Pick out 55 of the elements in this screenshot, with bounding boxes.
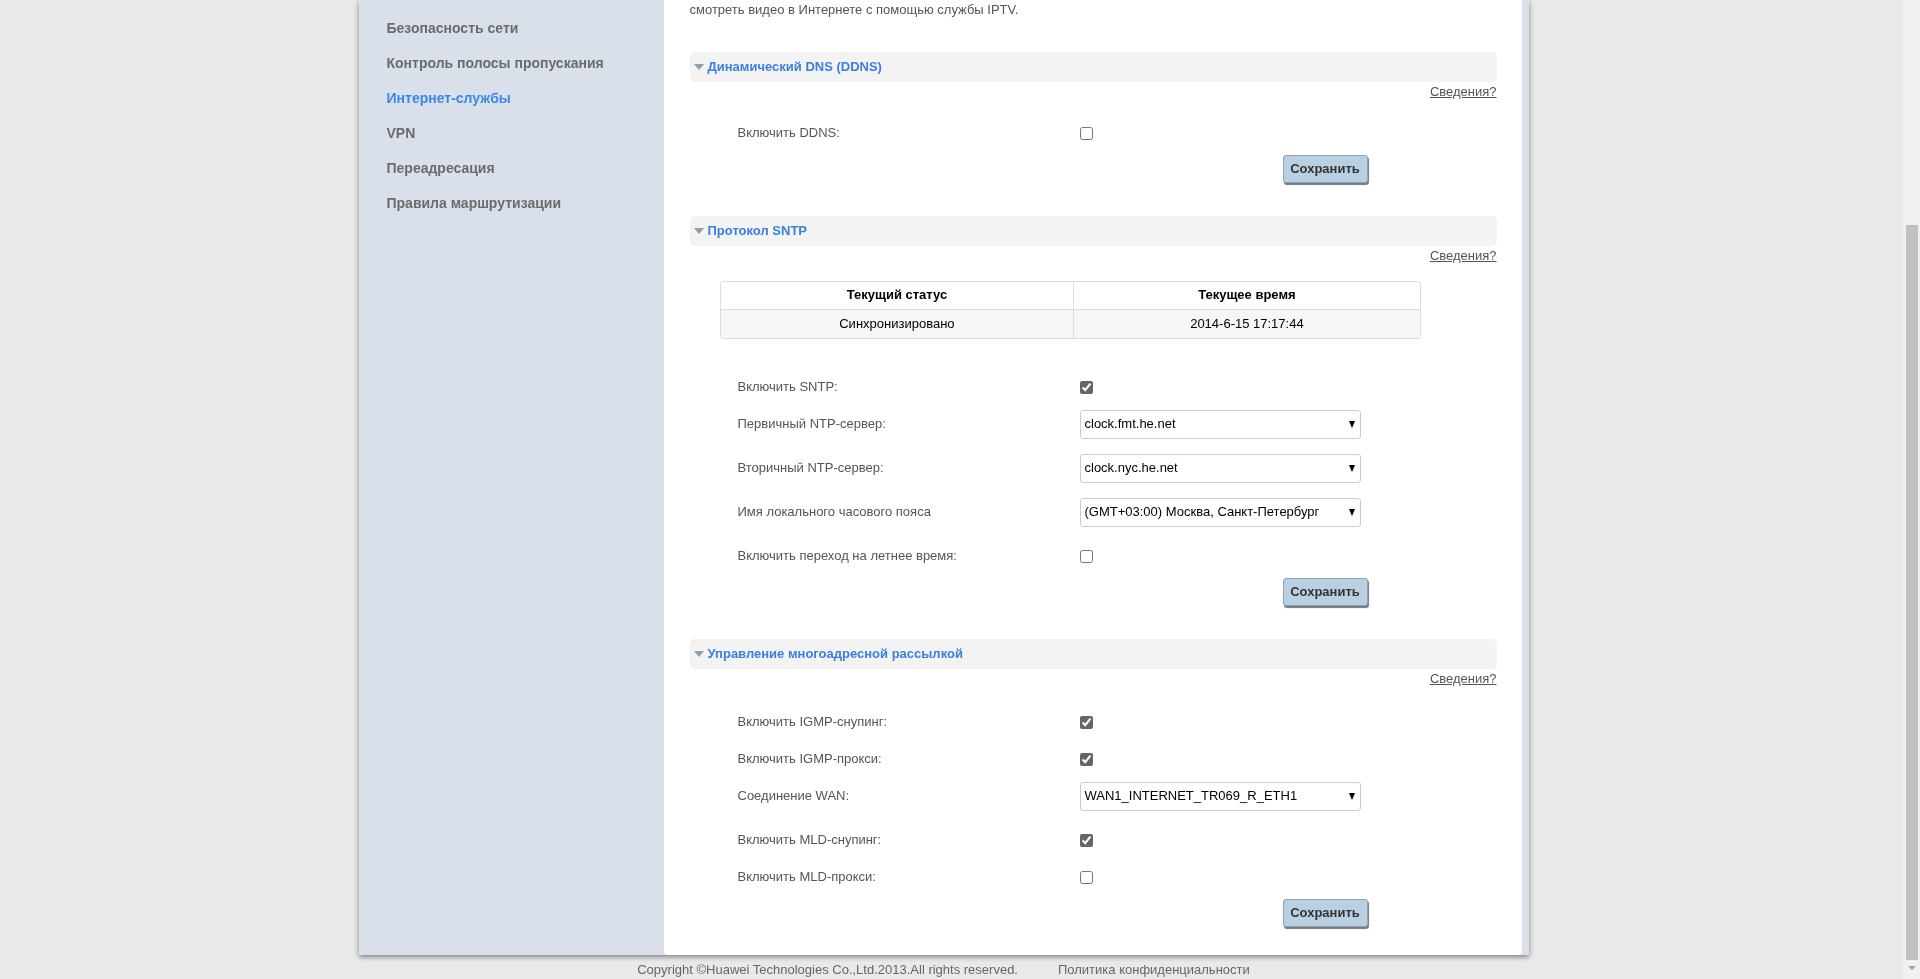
field-label: Включить DDNS:: [737, 124, 841, 143]
sidebar-item[interactable]: Контроль полосы пропускания: [358, 51, 604, 86]
save-button[interactable]: Сохранить: [1282, 154, 1368, 183]
field-label: Включить IGMP-прокси:: [737, 750, 883, 769]
sidebar-item[interactable]: Безопасность сети: [358, 16, 519, 51]
field-label: Включить MLD-прокси:: [737, 868, 877, 887]
checkbox[interactable]: [1079, 549, 1093, 563]
field-label: Вторичный NTP-сервер:: [737, 459, 885, 478]
checkbox[interactable]: [1079, 380, 1093, 394]
checkbox[interactable]: [1079, 870, 1093, 884]
checkbox[interactable]: [1079, 715, 1093, 729]
column-header: Текущее время: [1074, 281, 1420, 310]
copyright-text: Copyright ©Huawei Technologies Co.,Ltd.2013.All rights reserved.: [637, 961, 1018, 979]
section-title: Протокол SNTP: [707, 221, 808, 240]
caret-icon: [1348, 508, 1355, 516]
column-header: Текущий статус: [720, 281, 1075, 310]
collapse-triangle-icon[interactable]: [693, 650, 704, 657]
sidebar-item[interactable]: Правила маршрутизации: [358, 191, 562, 226]
section-header[interactable]: Протокол SNTP: [689, 215, 1497, 246]
checkbox[interactable]: [1079, 752, 1093, 766]
section-header[interactable]: Управление многоадресной рассылкой: [689, 638, 1497, 669]
intro-text: смотреть видео в Интернете с помощью службы IPTV.: [689, 2, 1019, 18]
section-title: Динамический DNS (DDNS): [707, 57, 882, 76]
field-label: Включить переход на летнее время:: [737, 547, 958, 566]
dropdown[interactable]: clock.nyc.he.net: [1079, 453, 1361, 483]
scrollbar-thumb[interactable]: [1905, 225, 1918, 960]
caret-icon: [1348, 420, 1355, 428]
collapse-triangle-icon[interactable]: [693, 227, 704, 234]
scrollbar[interactable]: [1903, 0, 1920, 979]
field-label: Включить MLD-снупинг:: [737, 831, 883, 850]
dropdown[interactable]: WAN1_INTERNET_TR069_R_ETH1: [1079, 781, 1361, 811]
field-label: Включить SNTP:: [737, 378, 839, 397]
dropdown[interactable]: (GMT+03:00) Москва, Санкт-Петербург: [1079, 497, 1361, 527]
save-button[interactable]: Сохранить: [1282, 898, 1368, 927]
privacy-policy-link[interactable]: Политика конфиденциальности: [1058, 960, 1250, 979]
checkbox[interactable]: [1079, 833, 1093, 847]
save-button[interactable]: Сохранить: [1282, 577, 1368, 606]
sidebar-item[interactable]: VPN: [358, 121, 416, 156]
field-label: Имя локального часового пояса: [737, 503, 932, 522]
collapse-triangle-icon[interactable]: [693, 63, 704, 70]
sidebar-item[interactable]: Переадресация: [358, 156, 495, 191]
table-cell: Синхронизировано: [720, 309, 1075, 338]
caret-icon: [1348, 464, 1355, 472]
section-header[interactable]: Динамический DNS (DDNS): [689, 51, 1497, 82]
section-title: Управление многоадресной рассылкой: [707, 644, 963, 663]
table-cell: 2014-6-15 17:17:44: [1074, 309, 1420, 338]
dropdown[interactable]: clock.fmt.he.net: [1079, 409, 1361, 439]
field-label: Включить IGMP-снупинг:: [737, 713, 888, 732]
field-label: Соединение WAN:: [737, 787, 851, 806]
help-link[interactable]: Сведения?: [1429, 245, 1497, 266]
checkbox[interactable]: [1079, 126, 1093, 140]
help-link[interactable]: Сведения?: [1429, 81, 1497, 102]
field-label: Первичный NTP-сервер:: [737, 415, 887, 434]
help-link[interactable]: Сведения?: [1429, 668, 1497, 689]
caret-icon: [1348, 792, 1355, 800]
